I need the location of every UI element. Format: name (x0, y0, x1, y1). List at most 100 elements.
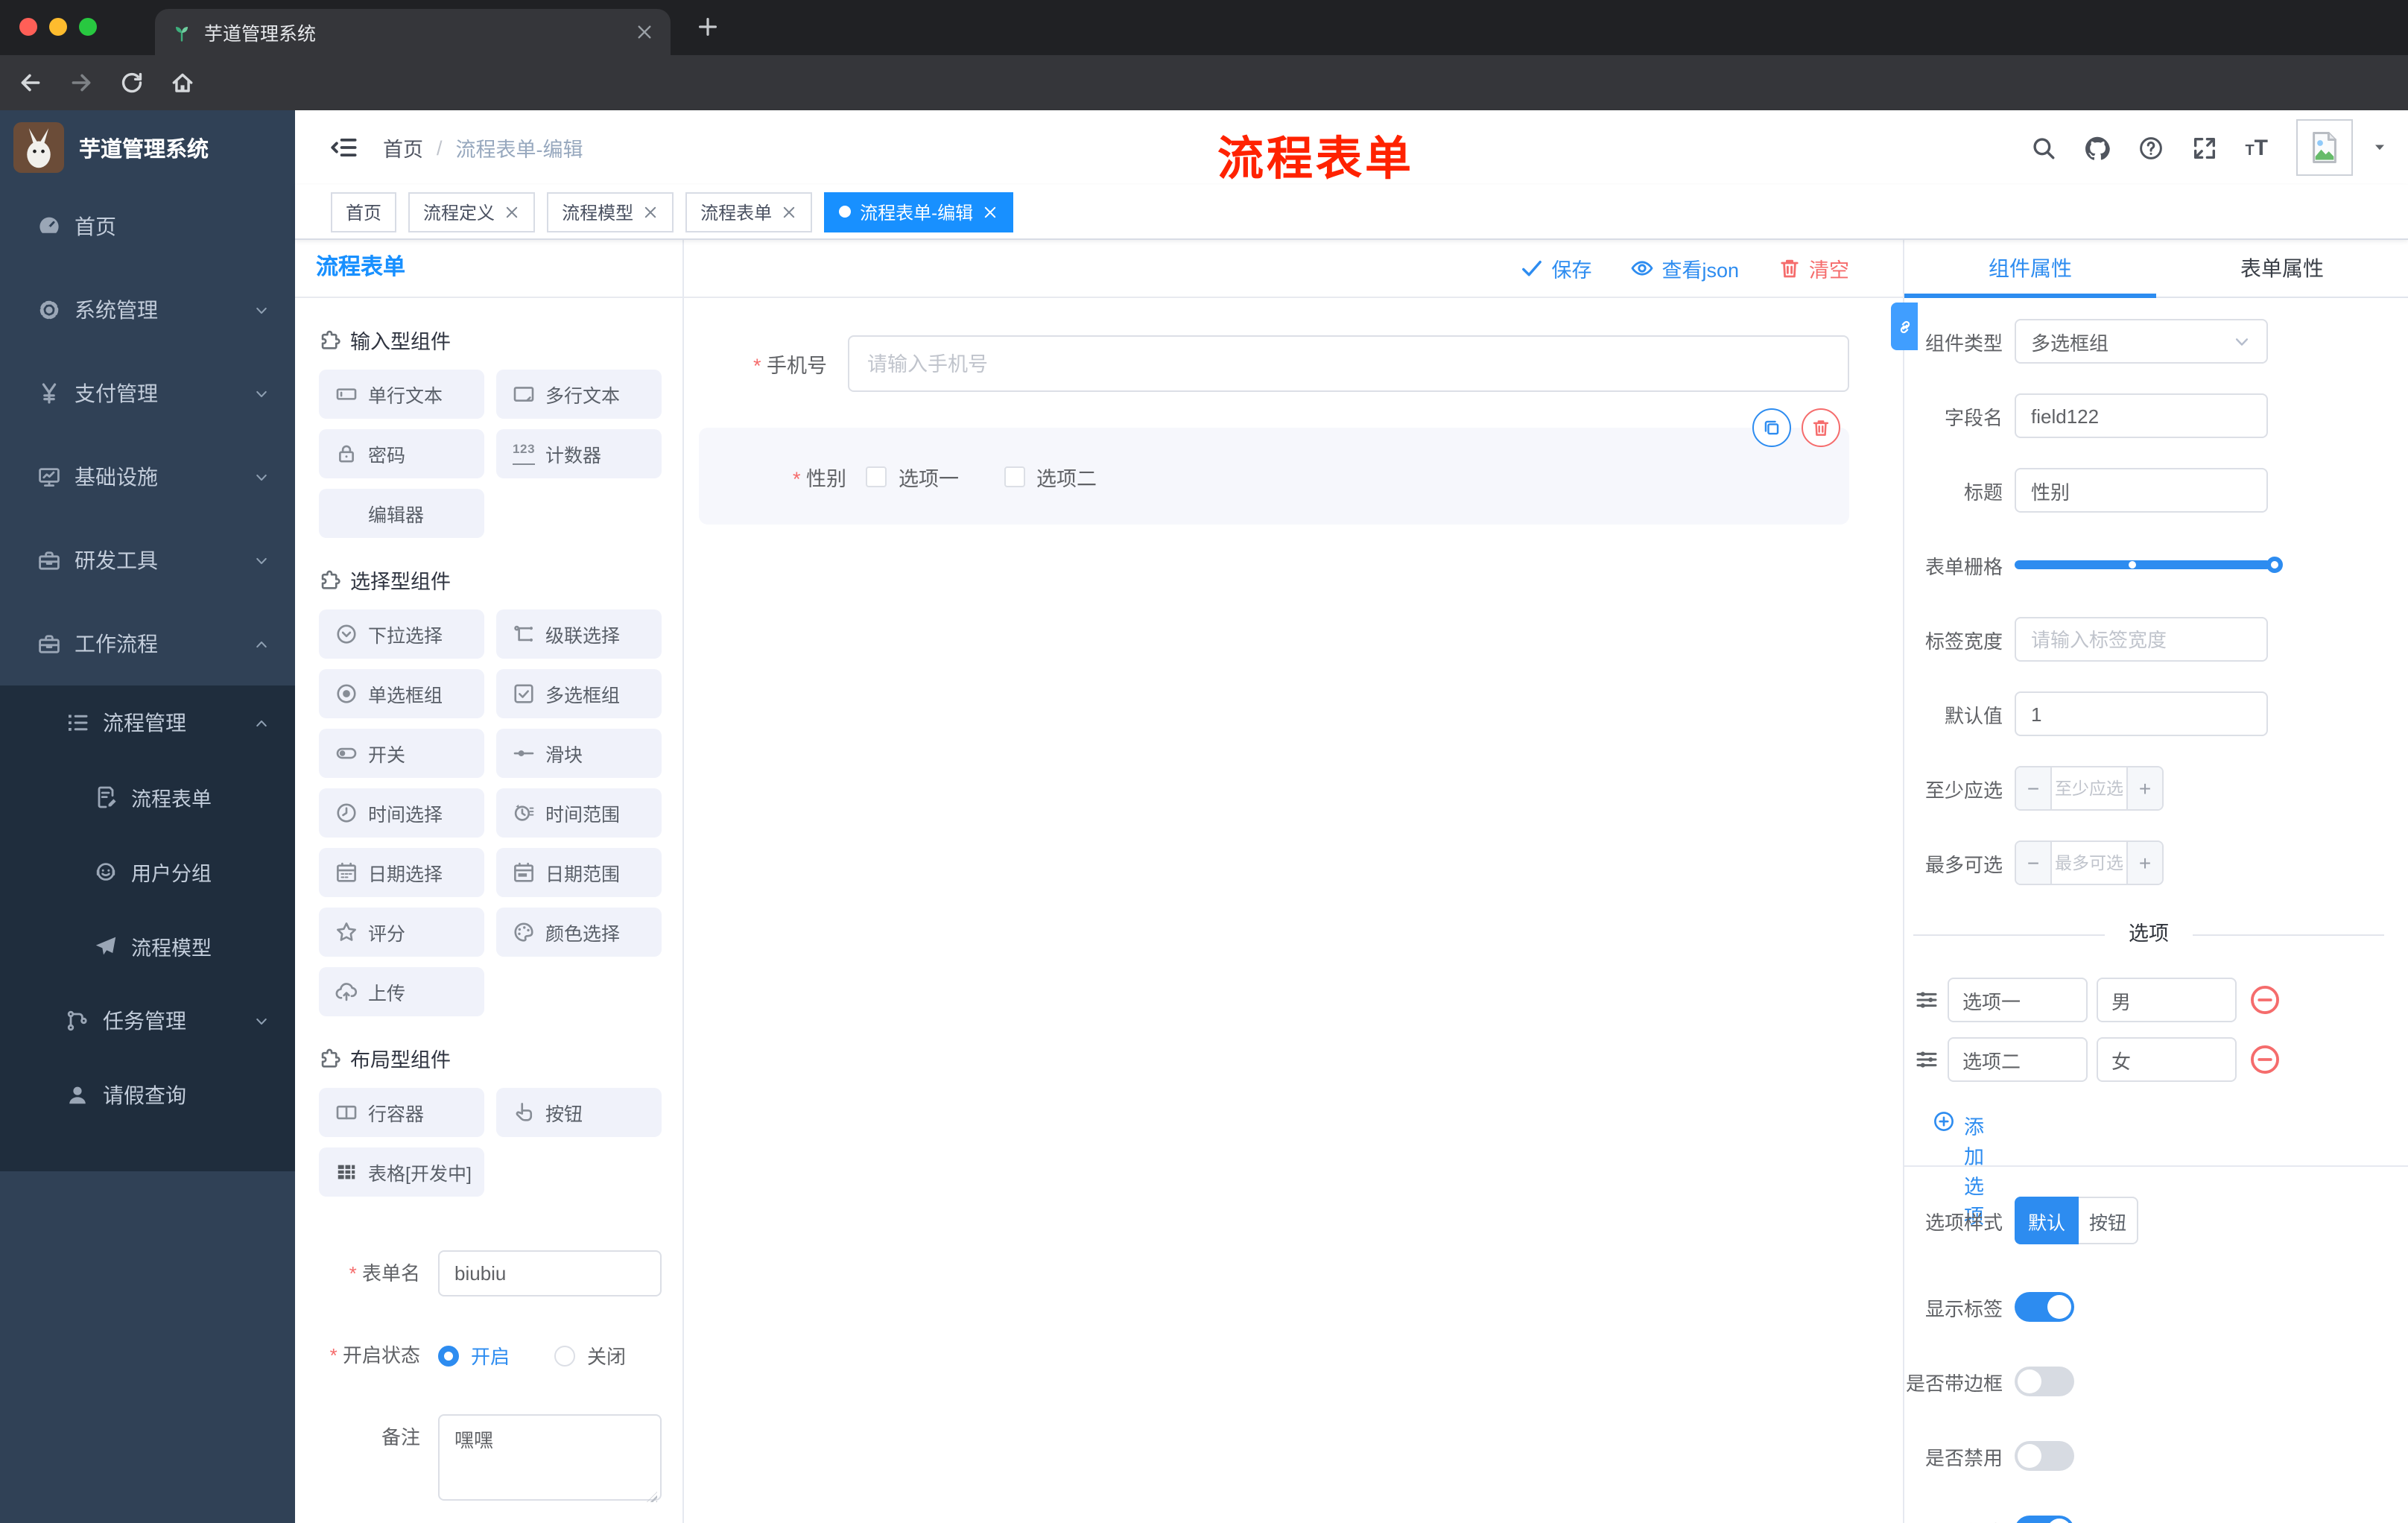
component-item-none[interactable]: 编辑器 (319, 489, 484, 538)
remove-option-button[interactable] (2249, 984, 2281, 1016)
component-item-palette[interactable]: 颜色选择 (496, 908, 662, 957)
save-button[interactable]: 保存 (1520, 253, 1591, 283)
status-off-radio[interactable] (554, 1345, 576, 1366)
toggle-switch[interactable] (2015, 1367, 2074, 1396)
component-item-switch[interactable]: 开关 (319, 729, 484, 778)
component-item-star[interactable]: 评分 (319, 908, 484, 957)
option-label-input[interactable] (1948, 1037, 2088, 1082)
default-value-input[interactable] (2015, 691, 2268, 736)
stepper-plus-button[interactable]: + (2126, 767, 2162, 809)
toggle-switch[interactable] (2015, 1292, 2074, 1322)
stepper-value[interactable]: 至少应选 (2052, 767, 2126, 809)
home-button[interactable] (170, 70, 195, 95)
sidebar-item-dashboard[interactable]: 首页 (0, 185, 295, 268)
tag-view-item[interactable]: 流程定义 (408, 191, 536, 232)
sidebar-item-paper-plane[interactable]: 流程模型 (0, 909, 295, 984)
sidebar-item-briefcase[interactable]: 工作流程 (0, 602, 295, 685)
browser-tab[interactable]: 芋道管理系统 (155, 9, 671, 55)
back-button[interactable] (18, 70, 43, 95)
copy-widget-button[interactable] (1752, 408, 1791, 447)
status-on-label[interactable]: 开启 (471, 1341, 510, 1370)
sidebar-item-user[interactable]: 请假查询 (0, 1058, 295, 1133)
component-item-select[interactable]: 下拉选择 (319, 609, 484, 659)
drag-handle-icon[interactable] (1915, 1048, 1939, 1071)
sidebar-item-monitor[interactable]: 基础设施 (0, 435, 295, 519)
style-button-button[interactable]: 按钮 (2079, 1197, 2138, 1244)
breadcrumb-root[interactable]: 首页 (383, 133, 423, 162)
component-type-select[interactable]: 多选框组 (2015, 319, 2268, 364)
field-name-input[interactable] (2015, 393, 2268, 438)
toggle-switch[interactable] (2015, 1516, 2074, 1523)
component-item-pointer[interactable]: 按钮 (496, 1088, 662, 1137)
form-name-input[interactable] (438, 1250, 662, 1296)
component-item-input-line[interactable]: 单行文本 (319, 370, 484, 419)
toggle-switch[interactable] (2015, 1441, 2074, 1471)
component-item-slider[interactable]: 滑块 (496, 729, 662, 778)
slider-handle[interactable] (2266, 557, 2283, 573)
checkbox[interactable] (866, 466, 887, 487)
forward-button[interactable] (69, 70, 94, 95)
tag-close-icon[interactable] (982, 203, 998, 220)
label-width-input[interactable] (2015, 617, 2268, 662)
app-logo[interactable]: 芋道管理系统 (0, 110, 295, 185)
component-item-row[interactable]: 行容器 (319, 1088, 484, 1137)
sidebar-item-branch[interactable]: 任务管理 (0, 984, 295, 1058)
component-item-calendar[interactable]: 日期选择 (319, 848, 484, 897)
collapse-sidebar-button[interactable] (331, 134, 358, 161)
component-item-table[interactable]: 表格[开发中] (319, 1147, 484, 1197)
sidebar-item-flow-list[interactable]: 流程管理 (0, 685, 295, 760)
stepper-plus-button[interactable]: + (2126, 842, 2162, 884)
drag-handle-icon[interactable] (1915, 988, 1939, 1012)
component-item-upload[interactable]: 上传 (319, 967, 484, 1016)
sidebar-item-gear[interactable]: 系统管理 (0, 268, 295, 352)
sidebar-item-robot-face[interactable]: 用户分组 (0, 835, 295, 909)
window-controls[interactable] (19, 18, 97, 36)
tag-close-icon[interactable] (504, 203, 520, 220)
sidebar-item-doc-edit[interactable]: 流程表单 (0, 760, 295, 835)
tag-view-item[interactable]: 首页 (331, 191, 397, 232)
component-item-clock-range[interactable]: 时间范围 (496, 788, 662, 838)
avatar[interactable] (2296, 119, 2353, 176)
option-value-input[interactable] (2097, 1037, 2237, 1082)
tab-form-props[interactable]: 表单属性 (2156, 240, 2408, 297)
component-item-checkbox[interactable]: 多选框组 (496, 669, 662, 718)
option-label-input[interactable] (1948, 978, 2088, 1022)
add-option-button[interactable]: 添加选项 (1933, 1106, 2408, 1227)
component-item-clock[interactable]: 时间选择 (319, 788, 484, 838)
status-on-radio[interactable] (438, 1345, 459, 1366)
form-remark-textarea[interactable]: 嘿嘿 (438, 1414, 662, 1501)
link-tab[interactable] (1891, 303, 1918, 350)
maximize-window-button[interactable] (79, 18, 97, 36)
form-grid-slider[interactable] (2015, 557, 2283, 573)
help-icon[interactable] (2138, 135, 2163, 160)
minimize-window-button[interactable] (49, 18, 67, 36)
sidebar-item-yen[interactable]: 支付管理 (0, 352, 295, 435)
close-window-button[interactable] (19, 18, 37, 36)
component-item-radio[interactable]: 单选框组 (319, 669, 484, 718)
style-default-button[interactable]: 默认 (2015, 1197, 2079, 1244)
github-icon[interactable] (2084, 135, 2110, 160)
clear-button[interactable]: 清空 (1778, 253, 1849, 283)
delete-widget-button[interactable] (1802, 408, 1840, 447)
phone-field-input[interactable] (848, 335, 1849, 392)
avatar-caret-icon[interactable] (2372, 140, 2387, 155)
component-item-cascader[interactable]: 级联选择 (496, 609, 662, 659)
reload-button[interactable] (119, 70, 145, 95)
gender-option-2[interactable]: 选项二 (1004, 461, 1097, 491)
gender-option-1[interactable]: 选项一 (866, 461, 959, 491)
component-item-lock[interactable]: 密码 (319, 429, 484, 478)
tag-close-icon[interactable] (642, 203, 659, 220)
tag-close-icon[interactable] (781, 203, 797, 220)
component-item-counter[interactable]: 123 计数器 (496, 429, 662, 478)
tag-view-item[interactable]: 流程表单 (685, 191, 813, 232)
component-item-textarea[interactable]: 多行文本 (496, 370, 662, 419)
remove-option-button[interactable] (2249, 1043, 2281, 1076)
selected-widget-gender[interactable]: 性别 选项一 选项二 (699, 408, 1849, 525)
option-value-input[interactable] (2097, 978, 2237, 1022)
sidebar-item-toolbox[interactable]: 研发工具 (0, 519, 295, 602)
fullscreen-icon[interactable] (2191, 135, 2217, 160)
checkbox[interactable] (1004, 466, 1025, 487)
stepper-value[interactable]: 最多可选 (2052, 842, 2126, 884)
tag-view-item[interactable]: 流程表单-编辑 (824, 191, 1014, 232)
view-json-button[interactable]: 查看json (1630, 253, 1739, 283)
